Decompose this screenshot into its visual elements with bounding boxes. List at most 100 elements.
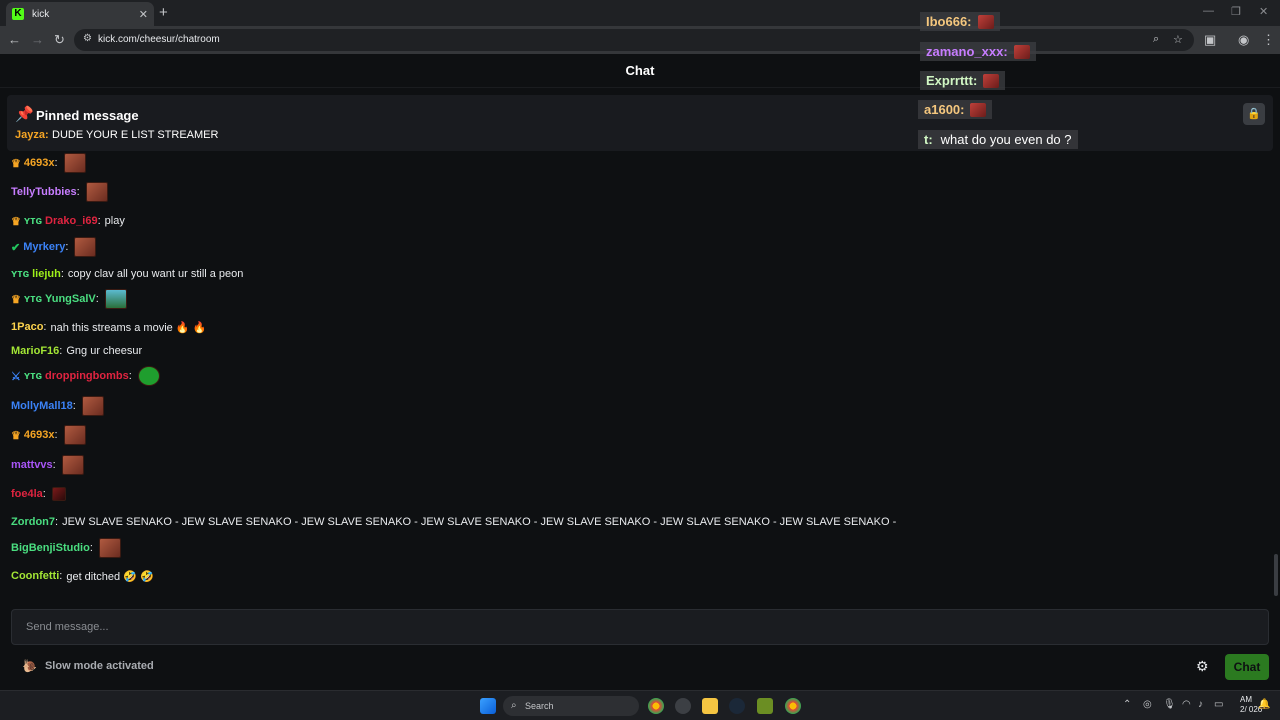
extensions-icon[interactable]: ▣ xyxy=(1204,32,1216,48)
chat-username[interactable]: droppingbombs xyxy=(45,370,129,382)
chat-emote-icon[interactable] xyxy=(85,182,108,202)
browser-tab[interactable]: K kick ✕ xyxy=(6,2,154,26)
steam-icon[interactable] xyxy=(729,698,745,714)
battery-icon[interactable]: ▭ xyxy=(1214,699,1223,710)
chat-emote-icon[interactable] xyxy=(81,396,104,416)
overlay-username: Ibo666: xyxy=(926,14,972,29)
chrome-icon[interactable] xyxy=(648,698,664,714)
close-window-icon[interactable]: ✕ xyxy=(1259,5,1268,18)
minimize-icon[interactable]: — xyxy=(1203,5,1214,17)
username-colon: : xyxy=(89,542,93,554)
sword-badge-icon: ⚔ xyxy=(11,370,21,383)
chat-message-text: get ditched 🤣 🤣 xyxy=(66,570,154,583)
chat-message: MarioF16: Gng ur cheesur xyxy=(11,339,142,363)
bookmark-star-icon[interactable]: ☆ xyxy=(1173,33,1183,46)
back-icon[interactable]: ← xyxy=(8,32,21,47)
chat-send-button[interactable]: Chat xyxy=(1225,654,1269,680)
overlay-username: t: xyxy=(924,132,933,147)
new-tab-button[interactable]: + xyxy=(159,4,168,21)
chat-username[interactable]: Drako_i69 xyxy=(45,215,98,227)
chat-username[interactable]: Myrkery xyxy=(23,241,65,253)
chat-username[interactable]: 4693x xyxy=(24,429,55,441)
volume-icon[interactable]: ♪ xyxy=(1198,699,1203,710)
overlay-emote-icon xyxy=(977,14,994,29)
chat-username[interactable]: TellyTubbies xyxy=(11,186,77,198)
pinned-title: Pinned message xyxy=(36,108,139,123)
chat-message: mattvvs: xyxy=(11,453,84,477)
chat-message: 1Paco: nah this streams a movie 🔥 🔥 xyxy=(11,315,206,339)
chat-header: Chat xyxy=(0,54,1280,88)
chat-username[interactable]: MarioF16 xyxy=(11,345,59,357)
chat-username[interactable]: 1Paco xyxy=(11,321,43,333)
taskbar-search[interactable]: ⌕ Search xyxy=(503,696,639,716)
chat-username[interactable]: YungSalV xyxy=(45,293,96,305)
username-colon: : xyxy=(97,215,101,227)
send-message-input[interactable] xyxy=(12,610,1268,644)
menu-icon[interactable]: ⋮ xyxy=(1262,32,1275,48)
username-colon: : xyxy=(52,459,56,471)
overlay-username: a1600: xyxy=(924,102,965,117)
overlay-message: zamano_xxx: xyxy=(920,42,1036,61)
chat-scrollbar[interactable] xyxy=(1274,554,1278,596)
chat-emote-icon[interactable] xyxy=(104,289,127,309)
chat-message: ⚔ ʏᴛɢ droppingbombs: xyxy=(11,364,160,388)
chat-emote-icon[interactable] xyxy=(98,538,121,558)
microphone-icon[interactable]: 🎙 xyxy=(1163,699,1176,710)
overlay-username: zamano_xxx: xyxy=(926,44,1008,59)
pinned-username[interactable]: Jayza: xyxy=(15,129,49,141)
chat-username[interactable]: BigBenjiStudio xyxy=(11,542,90,554)
chat-emote-icon[interactable] xyxy=(61,455,84,475)
chat-username[interactable]: foe4la xyxy=(11,488,43,500)
minecraft-icon[interactable] xyxy=(757,698,773,714)
chat-emote-icon[interactable] xyxy=(74,237,97,257)
profile-icon[interactable]: ◉ xyxy=(1238,32,1249,48)
chat-emote-icon[interactable] xyxy=(63,425,86,445)
username-colon: : xyxy=(54,429,58,441)
slow-mode-label: Slow mode activated xyxy=(44,660,154,672)
chat-message-text: play xyxy=(104,215,125,227)
chat-emote-icon[interactable] xyxy=(63,153,86,173)
chat-username[interactable]: liejuh xyxy=(32,268,61,280)
chat-message: Coonfetti: get ditched 🤣 🤣 xyxy=(11,564,154,588)
chat-emote-icon[interactable] xyxy=(51,487,66,501)
wifi-icon[interactable]: ◠ xyxy=(1182,699,1191,710)
overlay-emote-icon xyxy=(983,73,1000,88)
chat-username[interactable]: Coonfetti xyxy=(11,570,59,582)
chat-emote-icon[interactable] xyxy=(137,366,160,386)
chat-username[interactable]: mattvvs xyxy=(11,459,53,471)
search-icon: ⌕ xyxy=(511,700,517,711)
chat-overlay: Ibo666: zamano_xxx: Exprrttt: a1600: t: what … xyxy=(918,0,1088,155)
tray-app-icon[interactable]: ◎ xyxy=(1143,699,1152,710)
chat-username[interactable]: 4693x xyxy=(24,157,55,169)
site-info-icon[interactable]: ⚙ xyxy=(83,33,92,44)
crown-badge-icon: ♛ xyxy=(11,429,21,442)
chrome-profile-icon[interactable] xyxy=(785,698,801,714)
kick-favicon-icon: K xyxy=(12,8,24,20)
overlay-message: t: what do you even do ? xyxy=(918,130,1078,149)
close-tab-icon[interactable]: ✕ xyxy=(139,8,148,21)
file-explorer-icon[interactable] xyxy=(702,698,718,714)
username-colon: : xyxy=(43,321,47,333)
chat-message: ♛ ʏᴛɢ Drako_i69: play xyxy=(11,209,125,233)
zoom-icon[interactable]: ⌕ xyxy=(1153,33,1159,46)
username-colon: : xyxy=(60,268,64,280)
username-colon: : xyxy=(128,370,132,382)
obs-icon[interactable] xyxy=(675,698,691,714)
lock-icon[interactable]: 🔒 xyxy=(1243,103,1265,125)
maximize-icon[interactable]: ❐ xyxy=(1231,5,1241,18)
forward-icon[interactable]: → xyxy=(31,32,44,47)
chat-message: BigBenjiStudio: xyxy=(11,536,121,560)
tray-chevron-icon[interactable]: ⌃ xyxy=(1123,699,1131,710)
tab-title: kick xyxy=(32,8,50,20)
windows-start-icon[interactable] xyxy=(480,698,496,714)
reload-icon[interactable]: ↻ xyxy=(54,32,65,48)
notification-icon[interactable]: 🔔 xyxy=(1258,699,1270,710)
username-colon: : xyxy=(59,345,63,357)
overlay-emote-icon xyxy=(970,102,987,117)
overlay-message: Ibo666: xyxy=(920,12,1000,31)
chat-username[interactable]: MollyMall18 xyxy=(11,400,73,412)
settings-gear-icon[interactable]: ⚙ xyxy=(1196,658,1209,675)
chat-message: ♛ ʏᴛɢ YungSalV: xyxy=(11,287,127,311)
chat-message: MollyMall18: xyxy=(11,394,104,418)
chat-username[interactable]: Zordon7 xyxy=(11,516,55,528)
